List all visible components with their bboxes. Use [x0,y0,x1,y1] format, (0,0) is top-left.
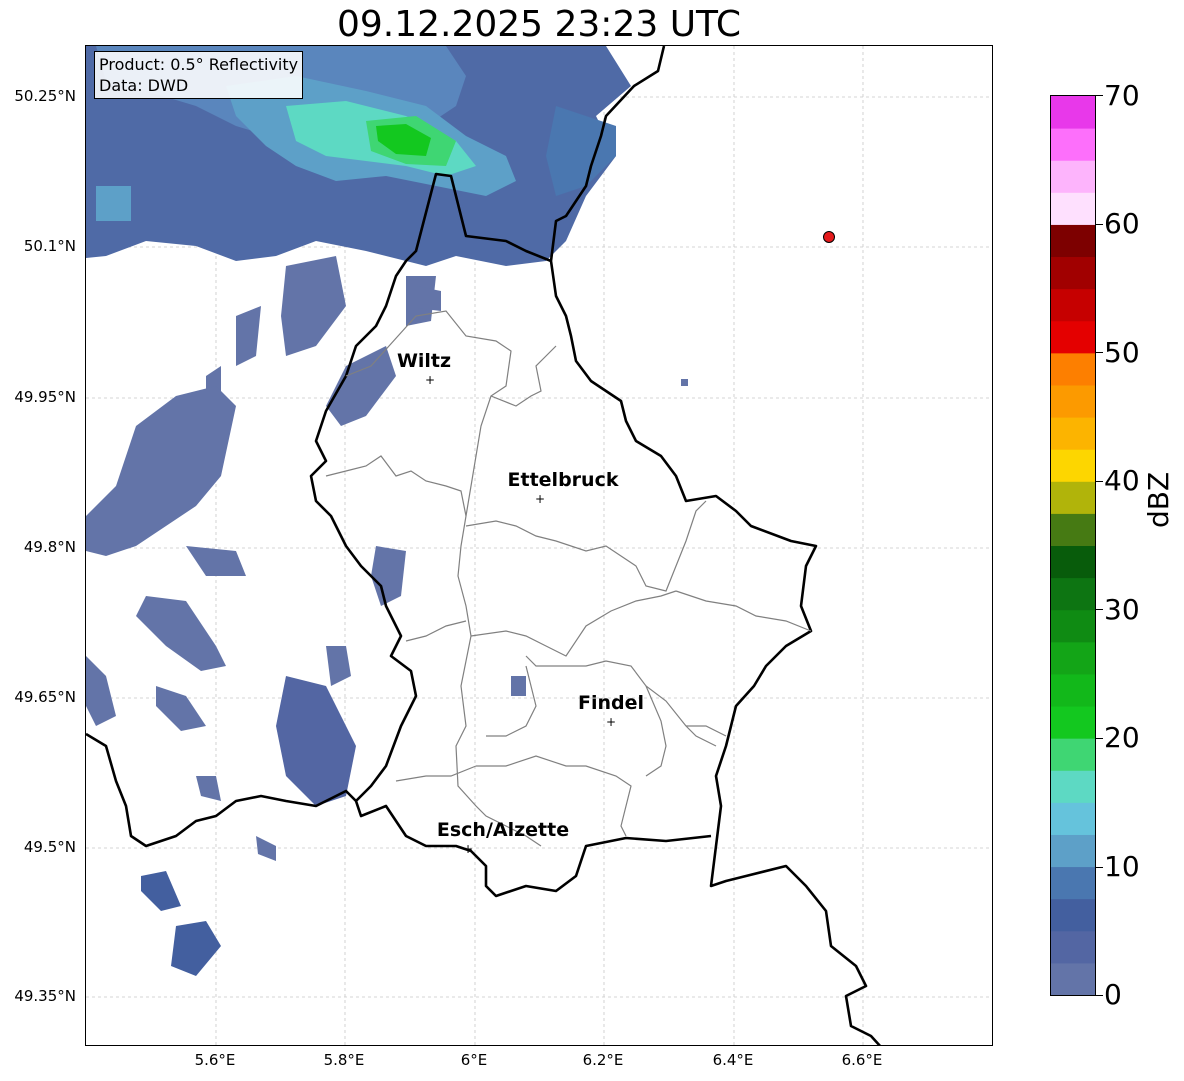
colorbar-tick-label: 40 [1104,464,1140,497]
colorbar-segment [1051,352,1095,386]
city-marker-wiltz: + [425,373,435,387]
colorbar-tick-label: 50 [1104,336,1140,369]
colorbar-segment [1051,481,1095,514]
colorbar-tick-label: 70 [1104,79,1140,112]
colorbar-tick-label: 60 [1104,207,1140,240]
colorbar-segment [1051,545,1095,579]
city-label-esch: Esch/Alzette [436,819,570,841]
colorbar-tick-mark [1096,995,1103,996]
lat-label: 49.65°N [14,688,76,706]
colorbar-segment [1051,160,1095,193]
city-label-wiltz: Wiltz [396,350,452,372]
colorbar-segment [1051,192,1095,225]
lat-label: 49.35°N [14,987,76,1005]
colorbar-tick-label: 0 [1104,978,1122,1011]
colorbar [1050,95,1096,996]
colorbar-tick-mark [1096,738,1103,739]
lon-label: 5.8°E [323,1051,365,1069]
colorbar-tick-label: 30 [1104,593,1140,626]
city-label-ettelbruck: Ettelbruck [507,469,619,491]
colorbar-scale [1051,96,1095,995]
lat-label: 50.25°N [14,87,76,105]
colorbar-tick-mark [1096,352,1103,353]
source-label: Data: DWD [99,76,189,95]
city-label-findel: Findel [577,692,645,714]
colorbar-tick-mark [1096,867,1103,868]
colorbar-tick-mark [1096,95,1103,96]
colorbar-tick-mark [1096,609,1103,610]
info-box: Product: 0.5° Reflectivity Data: DWD [94,51,304,99]
city-markers: + + + + [425,373,616,856]
lat-label: 50.1°N [23,237,76,255]
colorbar-segment [1051,224,1095,258]
colorbar-tick-label: 10 [1104,850,1140,883]
colorbar-tick-label: 20 [1104,721,1140,754]
colorbar-segment [1051,738,1095,771]
colorbar-segment [1051,898,1095,932]
colorbar-label: dBZ [1142,471,1175,528]
colorbar-segment [1051,802,1095,835]
colorbar-tick-mark [1096,481,1103,482]
colorbar-segment [1051,288,1095,322]
lat-label: 49.5°N [23,838,76,856]
radar-site-marker [823,231,835,243]
colorbar-tick-mark [1096,224,1103,225]
city-marker-esch: + [463,842,473,856]
colorbar-segment [1051,834,1095,868]
colorbar-segment [1051,577,1095,611]
colorbar-segment [1051,128,1095,161]
lon-label: 6.4°E [712,1051,754,1069]
colorbar-segment [1051,930,1095,964]
colorbar-segment [1051,384,1095,418]
lat-label: 49.95°N [14,388,76,406]
product-label: Product: 0.5° Reflectivity [99,55,299,74]
lon-label: 6.6°E [841,1051,883,1069]
colorbar-segment [1051,866,1095,900]
colorbar-segment [1051,609,1095,643]
colorbar-segment [1051,449,1095,482]
lat-label: 49.8°N [23,538,76,556]
colorbar-segment [1051,256,1095,290]
colorbar-segment [1051,770,1095,803]
colorbar-segment [1051,513,1095,546]
colorbar-segment [1051,96,1095,129]
colorbar-segment [1051,417,1095,450]
lon-label: 6°E [460,1051,488,1069]
colorbar-segment [1051,673,1095,707]
lon-label: 6.2°E [582,1051,624,1069]
colorbar-segment [1051,320,1095,354]
colorbar-segment [1051,706,1095,739]
lon-label: 5.6°E [194,1051,236,1069]
city-marker-findel: + [606,715,616,729]
colorbar-segment [1051,962,1095,995]
city-marker-ettelbruck: + [535,492,545,506]
radar-map[interactable]: + + + + [85,45,993,1046]
map-canvas: + + + + [86,46,992,1045]
map-title: 09.12.2025 23:23 UTC [336,4,742,45]
colorbar-segment [1051,641,1095,675]
